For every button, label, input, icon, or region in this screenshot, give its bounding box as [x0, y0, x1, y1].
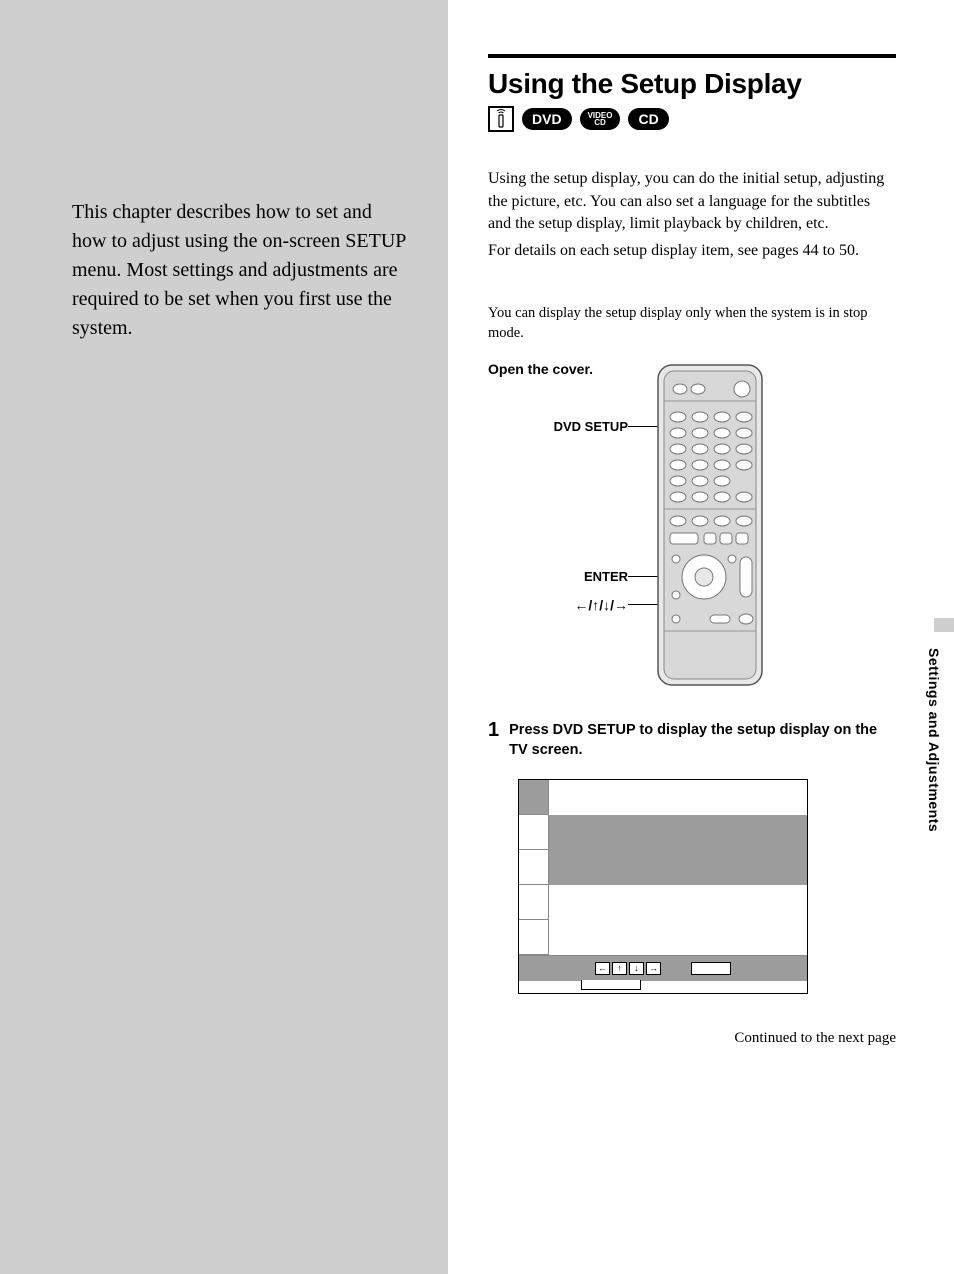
tv-screen-illustration: ← ↑ ↓ →	[518, 779, 808, 994]
chapter-intro: This chapter describes how to set and ho…	[72, 198, 407, 343]
stop-mode-note: You can display the setup display only w…	[488, 303, 888, 344]
format-badges: DVD VIDEO CD CD	[488, 106, 896, 132]
remote-illustration	[650, 361, 770, 691]
arrow-down-icon: ↓	[629, 962, 644, 975]
tv-footer: ← ↑ ↓ →	[519, 955, 807, 981]
arrow-left-icon: ←	[595, 962, 610, 975]
callout-dvd-setup: DVD SETUP	[488, 419, 628, 434]
intro-paragraph-2: For details on each setup display item, …	[488, 240, 888, 263]
continued-label: Continued to the next page	[488, 1030, 896, 1047]
callout-enter: ENTER	[488, 569, 628, 584]
videocd-badge: VIDEO CD	[580, 108, 621, 130]
arrow-right-icon: →	[646, 962, 661, 975]
section-label: Settings and Adjustments	[926, 648, 942, 832]
thumb-tab-notch	[934, 618, 954, 632]
step-number: 1	[488, 719, 499, 742]
remote-diagram: Open the cover. DVD SETUP ENTER ←/↑/↓/→	[488, 361, 896, 701]
dvd-badge: DVD	[522, 108, 572, 130]
arrow-up-icon: ↑	[612, 962, 627, 975]
title-rule	[488, 54, 896, 58]
callout-arrows: ←/↑/↓/→	[488, 597, 628, 613]
step-text: Press DVD SETUP to display the setup dis…	[509, 719, 896, 760]
remote-icon	[488, 106, 514, 132]
intro-paragraph-1: Using the setup display, you can do the …	[488, 168, 888, 236]
cd-badge: CD	[628, 108, 668, 130]
tv-under-box	[581, 980, 641, 990]
tv-arrow-icons: ← ↑ ↓ →	[595, 962, 661, 975]
left-column: This chapter describes how to set and ho…	[0, 0, 448, 1274]
tv-enter-box	[691, 962, 731, 975]
right-column: Using the Setup Display DVD VIDEO CD CD …	[448, 0, 954, 1274]
page-title: Using the Setup Display	[488, 68, 896, 100]
step-1: 1 Press DVD SETUP to display the setup d…	[488, 719, 896, 993]
